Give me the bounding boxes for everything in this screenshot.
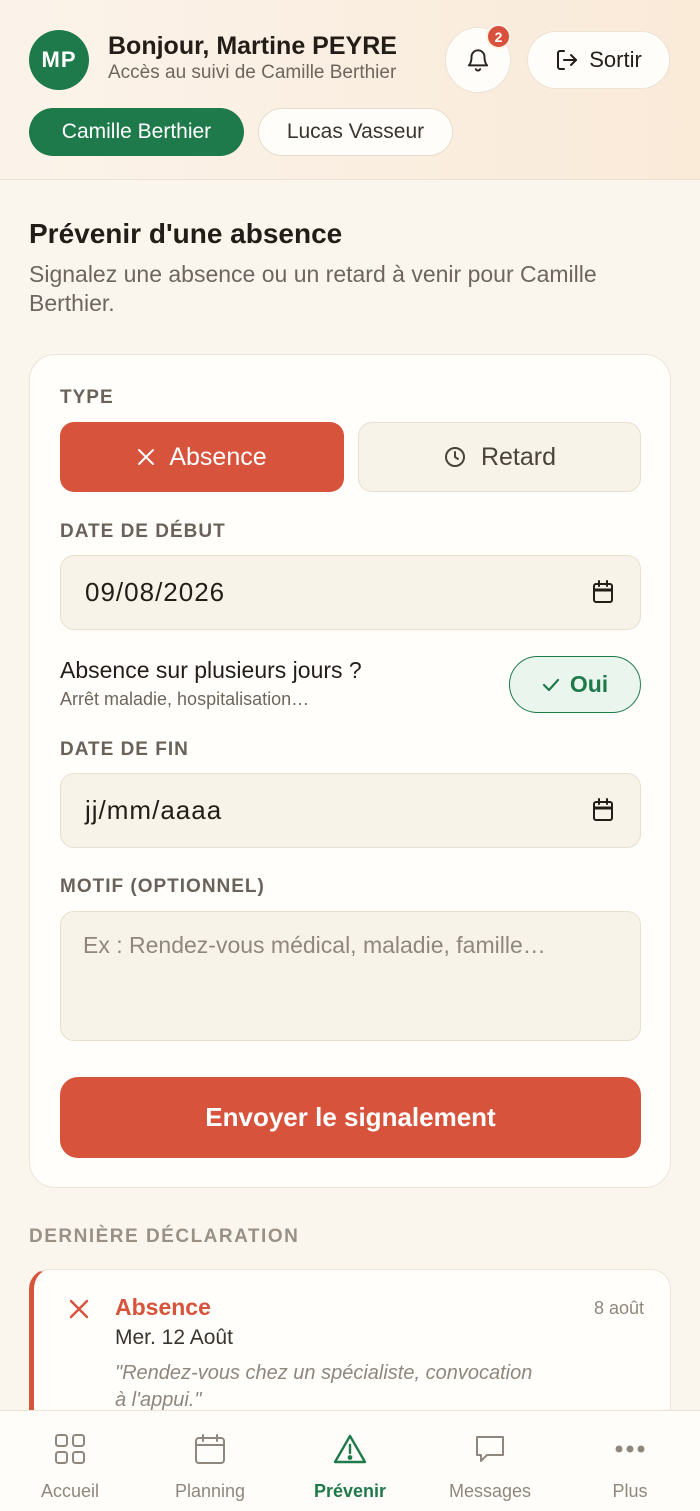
last-declaration-date: Mer. 12 Août: [115, 1326, 233, 1349]
child-chip-lucas[interactable]: Lucas Vasseur: [258, 108, 453, 156]
logout-icon: [557, 50, 578, 70]
nav-item-messages[interactable]: Messages: [420, 1411, 560, 1511]
avatar[interactable]: MP: [29, 30, 89, 90]
nav-item-plus[interactable]: Plus: [560, 1411, 700, 1511]
clock-icon: [444, 447, 465, 467]
reason-label: MOTIF (OPTIONNEL): [60, 876, 265, 897]
nav-label: Accueil: [40, 1481, 100, 1501]
grid-icon: [55, 1434, 85, 1464]
calendar-icon[interactable]: [592, 798, 614, 822]
nav-item-prevenir[interactable]: Prévenir: [280, 1411, 420, 1511]
type-retard-label: Retard: [480, 442, 557, 471]
multi-day-question: Absence sur plusieurs jours ?: [60, 657, 362, 683]
start-date-input[interactable]: 09/08/2026: [60, 555, 641, 630]
multi-day-toggle-label: Oui: [569, 671, 609, 697]
bottom-nav: Accueil Planning Prévenir Messages Plus: [0, 1410, 700, 1511]
last-declaration-submitted: 8 août: [593, 1298, 644, 1318]
nav-label: Planning: [174, 1481, 246, 1501]
logout-label: Sortir: [589, 47, 642, 72]
calendar-icon: [195, 1434, 225, 1464]
last-declaration-quote: "Rendez-vous chez un spécialiste, convoc…: [115, 1362, 533, 1411]
multi-day-hint: Arrêt maladie, hospitalisation…: [60, 689, 310, 709]
start-date-value: 09/08/2026: [85, 577, 226, 607]
app-header: MP Bonjour, Martine PEYRE Accès au suivi…: [0, 0, 700, 180]
close-icon: [69, 1299, 89, 1319]
bell-icon: [467, 49, 489, 72]
type-retard-button[interactable]: Retard: [358, 422, 641, 492]
last-declaration-label: DERNIÈRE DÉCLARATION: [29, 1226, 300, 1247]
more-icon: [615, 1445, 645, 1453]
absence-form-card: TYPE Absence Retard DATE DE DÉBUT 09/08/…: [29, 354, 671, 1188]
notification-badge: 2: [486, 24, 511, 49]
submit-button[interactable]: Envoyer le signalement: [60, 1077, 641, 1158]
reason-textarea[interactable]: Ex : Rendez-vous médical, maladie, famil…: [60, 911, 641, 1041]
logout-button[interactable]: Sortir: [527, 31, 670, 89]
check-icon: [542, 678, 559, 691]
nav-label: Plus: [612, 1481, 648, 1501]
greeting: Bonjour, Martine PEYRE: [108, 32, 397, 60]
page-title: Prévenir d'une absence: [29, 218, 343, 249]
nav-item-planning[interactable]: Planning: [140, 1411, 280, 1511]
child-chip-camille[interactable]: Camille Berthier: [29, 108, 244, 156]
nav-label: Prévenir: [313, 1481, 387, 1501]
end-date-label: DATE DE FIN: [60, 739, 189, 760]
type-absence-label: Absence: [169, 442, 267, 471]
page-subtitle: Signalez une absence ou un retard à veni…: [29, 261, 597, 316]
type-label: TYPE: [60, 387, 114, 408]
nav-item-accueil[interactable]: Accueil: [0, 1411, 140, 1511]
warning-icon: [333, 1434, 367, 1464]
end-date-input[interactable]: jj/mm/aaaa: [60, 773, 641, 848]
multi-day-toggle[interactable]: Oui: [509, 656, 641, 713]
last-declaration-type: Absence: [115, 1294, 211, 1320]
calendar-icon[interactable]: [592, 580, 614, 604]
message-icon: [476, 1436, 504, 1462]
type-absence-button[interactable]: Absence: [60, 422, 344, 492]
close-icon: [138, 449, 155, 465]
nav-label: Messages: [448, 1481, 532, 1501]
end-date-placeholder: jj/mm/aaaa: [85, 795, 223, 825]
start-date-label: DATE DE DÉBUT: [60, 521, 226, 542]
access-text: Accès au suivi de Camille Berthier: [108, 62, 397, 83]
